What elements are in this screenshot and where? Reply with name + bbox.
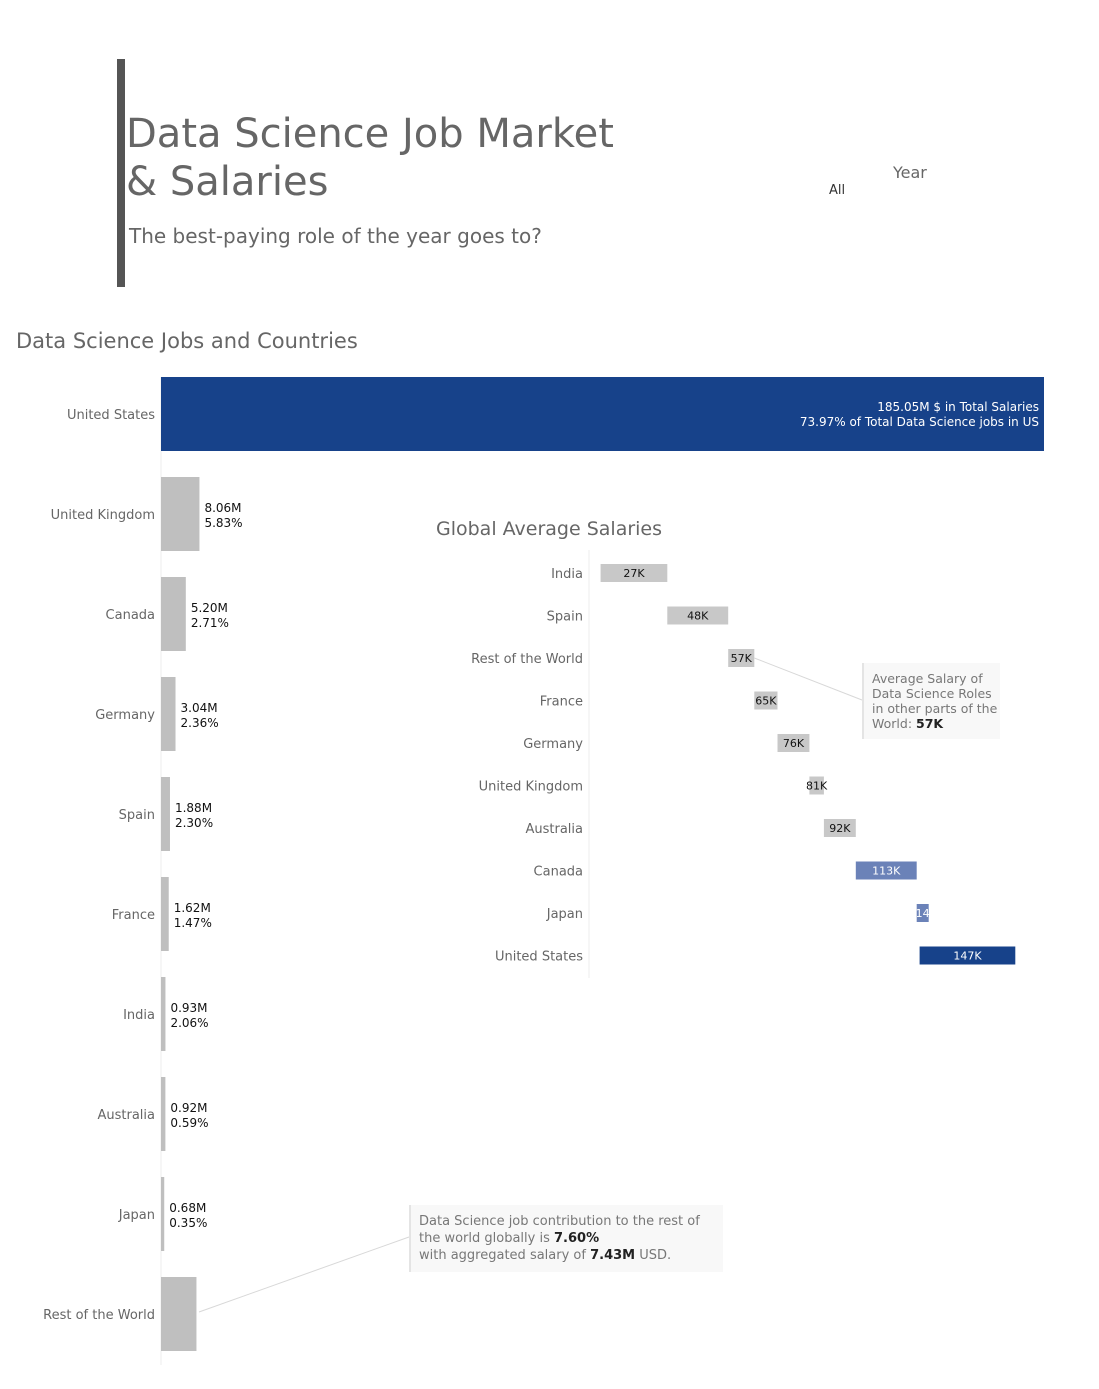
jobs-bar <box>161 377 1044 451</box>
rest-world-callout-text2: with aggregated salary of <box>419 1248 591 1263</box>
salary-country-label: Japan <box>546 907 583 922</box>
rest-world-callout-text3: USD. <box>635 1248 672 1263</box>
salary-country-label: Germany <box>523 737 583 752</box>
jobs-share-label: 5.83% <box>204 516 242 530</box>
salary-value-label: 114K <box>909 907 938 920</box>
salary-value-label: 57K <box>731 652 753 665</box>
jobs-bar <box>161 977 166 1051</box>
rest-salary-callout: Average Salary of Data Science Roles in … <box>862 663 1000 739</box>
jobs-bar <box>161 877 169 951</box>
jobs-country-label: United Kingdom <box>51 508 155 523</box>
salary-country-label: United States <box>495 950 583 965</box>
salary-country-label: Rest of the World <box>471 652 583 667</box>
jobs-share-label: 2.71% <box>191 616 229 630</box>
jobs-country-label: United States <box>67 408 155 423</box>
jobs-value-label: 8.06M <box>204 501 241 515</box>
jobs-value-label: 0.93M <box>170 1001 207 1015</box>
jobs-bar <box>161 577 186 651</box>
salary-value-label: 81K <box>806 780 828 793</box>
jobs-share-label: 0.59% <box>170 1116 208 1130</box>
jobs-share-label: 0.35% <box>169 1216 207 1230</box>
salary-value-label: 113K <box>872 865 901 878</box>
jobs-share-label: 2.06% <box>170 1016 208 1030</box>
jobs-bar <box>161 1177 165 1251</box>
jobs-value-label: 1.62M <box>174 901 211 915</box>
salary-value-label: 27K <box>623 567 645 580</box>
jobs-country-label: Rest of the World <box>43 1308 155 1323</box>
salary-value-label: 76K <box>783 737 805 750</box>
jobs-country-label: Australia <box>97 1108 155 1123</box>
jobs-country-label: Canada <box>106 608 155 623</box>
jobs-value-label: 0.92M <box>170 1101 207 1115</box>
jobs-share-label: 2.30% <box>175 816 213 830</box>
jobs-value-label: 3.04M <box>181 701 218 715</box>
rest-salary-callout-value: 57K <box>916 716 944 731</box>
jobs-share-label: 2.36% <box>181 716 219 730</box>
jobs-country-label: Germany <box>95 708 155 723</box>
us-total-salaries-label: 185.05M $ in Total Salaries <box>877 400 1039 414</box>
jobs-value-label: 0.68M <box>169 1201 206 1215</box>
salary-country-label: Spain <box>547 610 583 625</box>
salary-value-label: 92K <box>829 822 851 835</box>
salary-country-label: India <box>551 567 583 582</box>
salary-country-label: Canada <box>534 865 583 880</box>
salary-country-label: Australia <box>525 822 583 837</box>
salary-value-label: 48K <box>687 610 709 623</box>
rest-world-callout-salary: 7.43M <box>590 1248 636 1263</box>
salary-country-label: France <box>540 695 583 710</box>
salary-value-label: 147K <box>953 950 982 963</box>
rest-world-callout: Data Science job contribution to the res… <box>409 1205 723 1272</box>
jobs-country-label: Japan <box>118 1208 155 1223</box>
jobs-country-label: India <box>123 1008 155 1023</box>
us-share-label: 73.97% of Total Data Science jobs in US <box>800 415 1039 429</box>
jobs-bar <box>161 777 170 851</box>
salary-country-label: United Kingdom <box>479 780 583 795</box>
jobs-value-label: 1.88M <box>175 801 212 815</box>
rest-world-callout-share: 7.60% <box>554 1231 600 1246</box>
jobs-bar <box>161 477 200 551</box>
rest-world-leader-line <box>198 1236 410 1313</box>
jobs-bar <box>161 1277 197 1351</box>
salary-value-label: 65K <box>755 695 777 708</box>
jobs-value-label: 5.20M <box>191 601 228 615</box>
jobs-country-label: Spain <box>119 808 155 823</box>
jobs-share-label: 1.47% <box>174 916 212 930</box>
jobs-country-label: France <box>112 908 155 923</box>
jobs-bar <box>161 677 176 751</box>
jobs-bar <box>161 1077 166 1151</box>
